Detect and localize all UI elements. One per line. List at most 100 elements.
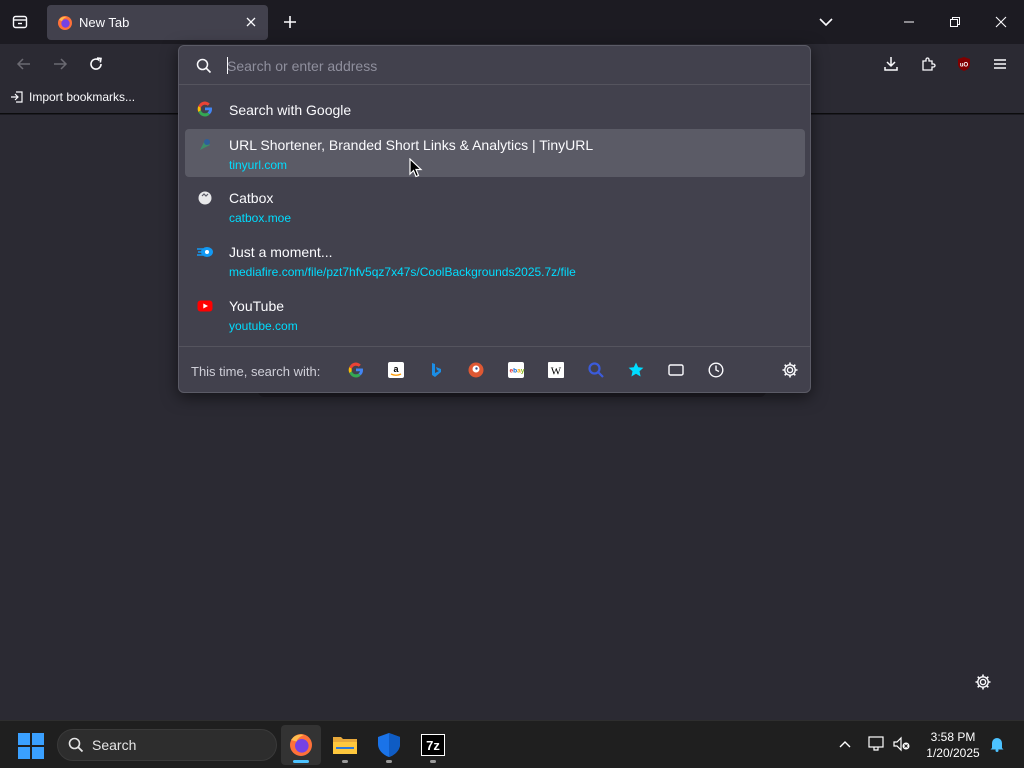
clock[interactable]: 3:58 PM 1/20/2025 [918, 729, 988, 761]
amazon-icon: a [388, 362, 404, 378]
svg-text:7z: 7z [426, 738, 440, 753]
tab-strip: New Tab [0, 0, 1024, 44]
start-button[interactable] [17, 732, 45, 760]
forward-button[interactable] [46, 50, 74, 78]
taskbar-7zip[interactable]: 7z [413, 725, 453, 765]
duckduckgo-engine-button[interactable] [466, 360, 486, 380]
result-title: URL Shortener, Branded Short Links & Ana… [229, 137, 594, 153]
customize-newtab-button[interactable] [970, 669, 996, 695]
puzzle-icon [922, 57, 936, 71]
volume-button[interactable] [891, 733, 913, 755]
network-button[interactable] [866, 733, 888, 755]
taskbar-search-label: Search [92, 737, 137, 753]
folder-icon [333, 737, 357, 754]
result-url: tinyurl.com [229, 158, 288, 172]
google-engine-button[interactable] [346, 360, 366, 380]
reload-icon [90, 57, 102, 70]
import-bookmarks-button[interactable]: Import bookmarks... [10, 90, 135, 104]
search-icon [195, 57, 213, 75]
reload-button[interactable] [82, 50, 110, 78]
running-indicator [293, 760, 309, 763]
import-icon [11, 91, 23, 103]
windows-taskbar: Search 7z 3:58 PM 1/20/2025 [0, 720, 1024, 768]
magnifier-engine-icon [588, 362, 604, 378]
result-row-youtube[interactable]: YouTube youtube.com [185, 290, 805, 338]
search-settings-button[interactable] [780, 360, 800, 380]
mouse-cursor-icon [409, 158, 423, 178]
downloads-button[interactable] [877, 50, 905, 78]
running-indicator [342, 760, 348, 763]
youtube-icon [196, 297, 214, 315]
text-caret [227, 57, 228, 74]
running-indicator [386, 760, 392, 763]
chevron-up-icon [839, 741, 851, 748]
firefox-icon [290, 734, 312, 756]
restore-button[interactable] [932, 0, 978, 44]
mediafire-icon [196, 243, 214, 261]
ebay-engine-button[interactable]: ebay [506, 360, 526, 380]
running-indicator [430, 760, 436, 763]
ublock-button[interactable]: uO [950, 50, 978, 78]
taskbar-firefox[interactable] [281, 725, 321, 765]
ebay-icon: ebay [508, 362, 525, 378]
gear-icon [782, 362, 798, 378]
arrow-left-icon [16, 58, 30, 70]
result-title: Catbox [229, 190, 274, 206]
clock-icon [708, 362, 724, 378]
firefox-view-button[interactable] [6, 8, 34, 36]
import-bookmarks-label: Import bookmarks... [29, 90, 136, 104]
search-icon [68, 737, 84, 753]
clock-date: 1/20/2025 [926, 746, 980, 760]
taskbar-file-explorer[interactable] [325, 725, 365, 765]
volume-muted-icon [893, 736, 910, 752]
amazon-engine-button[interactable]: a [386, 360, 406, 380]
wikipedia-icon: W [548, 362, 564, 378]
network-icon [868, 736, 884, 751]
history-search-button[interactable] [706, 360, 726, 380]
svg-text:ebay: ebay [510, 368, 525, 375]
custom-engine-button[interactable] [586, 360, 606, 380]
duckduckgo-icon [468, 362, 484, 378]
show-hidden-icons-button[interactable] [834, 733, 856, 755]
result-row-tinyurl[interactable]: URL Shortener, Branded Short Links & Ana… [185, 129, 805, 177]
result-row-mediafire[interactable]: Just a moment... mediafire.com/file/pzt7… [185, 236, 805, 284]
bookmarks-search-button[interactable] [626, 360, 646, 380]
restore-icon [950, 17, 960, 27]
close-icon [995, 16, 1007, 28]
windows-logo-icon [18, 733, 30, 745]
result-title: Just a moment... [229, 244, 333, 260]
close-window-button[interactable] [978, 0, 1024, 44]
plus-icon [284, 16, 296, 28]
notifications-button[interactable] [986, 733, 1008, 755]
search-with-google-row[interactable]: Search with Google [185, 89, 805, 129]
list-all-tabs-button[interactable] [812, 8, 840, 36]
back-button[interactable] [10, 50, 38, 78]
urlbar-input[interactable] [227, 55, 787, 77]
result-url: mediafire.com/file/pzt7hfv5qz7x47s/CoolB… [229, 265, 576, 279]
wikipedia-engine-button[interactable]: W [546, 360, 566, 380]
close-tab-icon[interactable] [242, 13, 260, 31]
app-menu-button[interactable] [986, 50, 1014, 78]
minimize-button[interactable] [886, 0, 932, 44]
tabs-search-button[interactable] [666, 360, 686, 380]
tab-icon [668, 364, 684, 376]
extensions-button[interactable] [914, 50, 942, 78]
tab-new-tab[interactable]: New Tab [47, 5, 268, 40]
catbox-icon [196, 189, 214, 207]
tinyurl-icon [196, 136, 214, 154]
bell-icon [990, 738, 1004, 752]
result-title: YouTube [229, 298, 285, 314]
one-off-search-bar: This time, search with: a ebay W [179, 346, 810, 393]
google-icon [348, 362, 363, 378]
hamburger-menu-icon [994, 59, 1006, 69]
taskbar-search[interactable]: Search [57, 729, 277, 761]
result-row-catbox[interactable]: Catbox catbox.moe [185, 182, 805, 230]
ublock-origin-icon: uO [958, 57, 970, 71]
bing-icon [432, 363, 441, 377]
new-tab-button[interactable] [277, 8, 303, 36]
taskbar-windows-security[interactable] [369, 725, 409, 765]
bing-engine-button[interactable] [426, 360, 446, 380]
7zip-icon: 7z [421, 734, 445, 756]
minimize-icon [904, 21, 914, 23]
star-icon [628, 362, 644, 377]
